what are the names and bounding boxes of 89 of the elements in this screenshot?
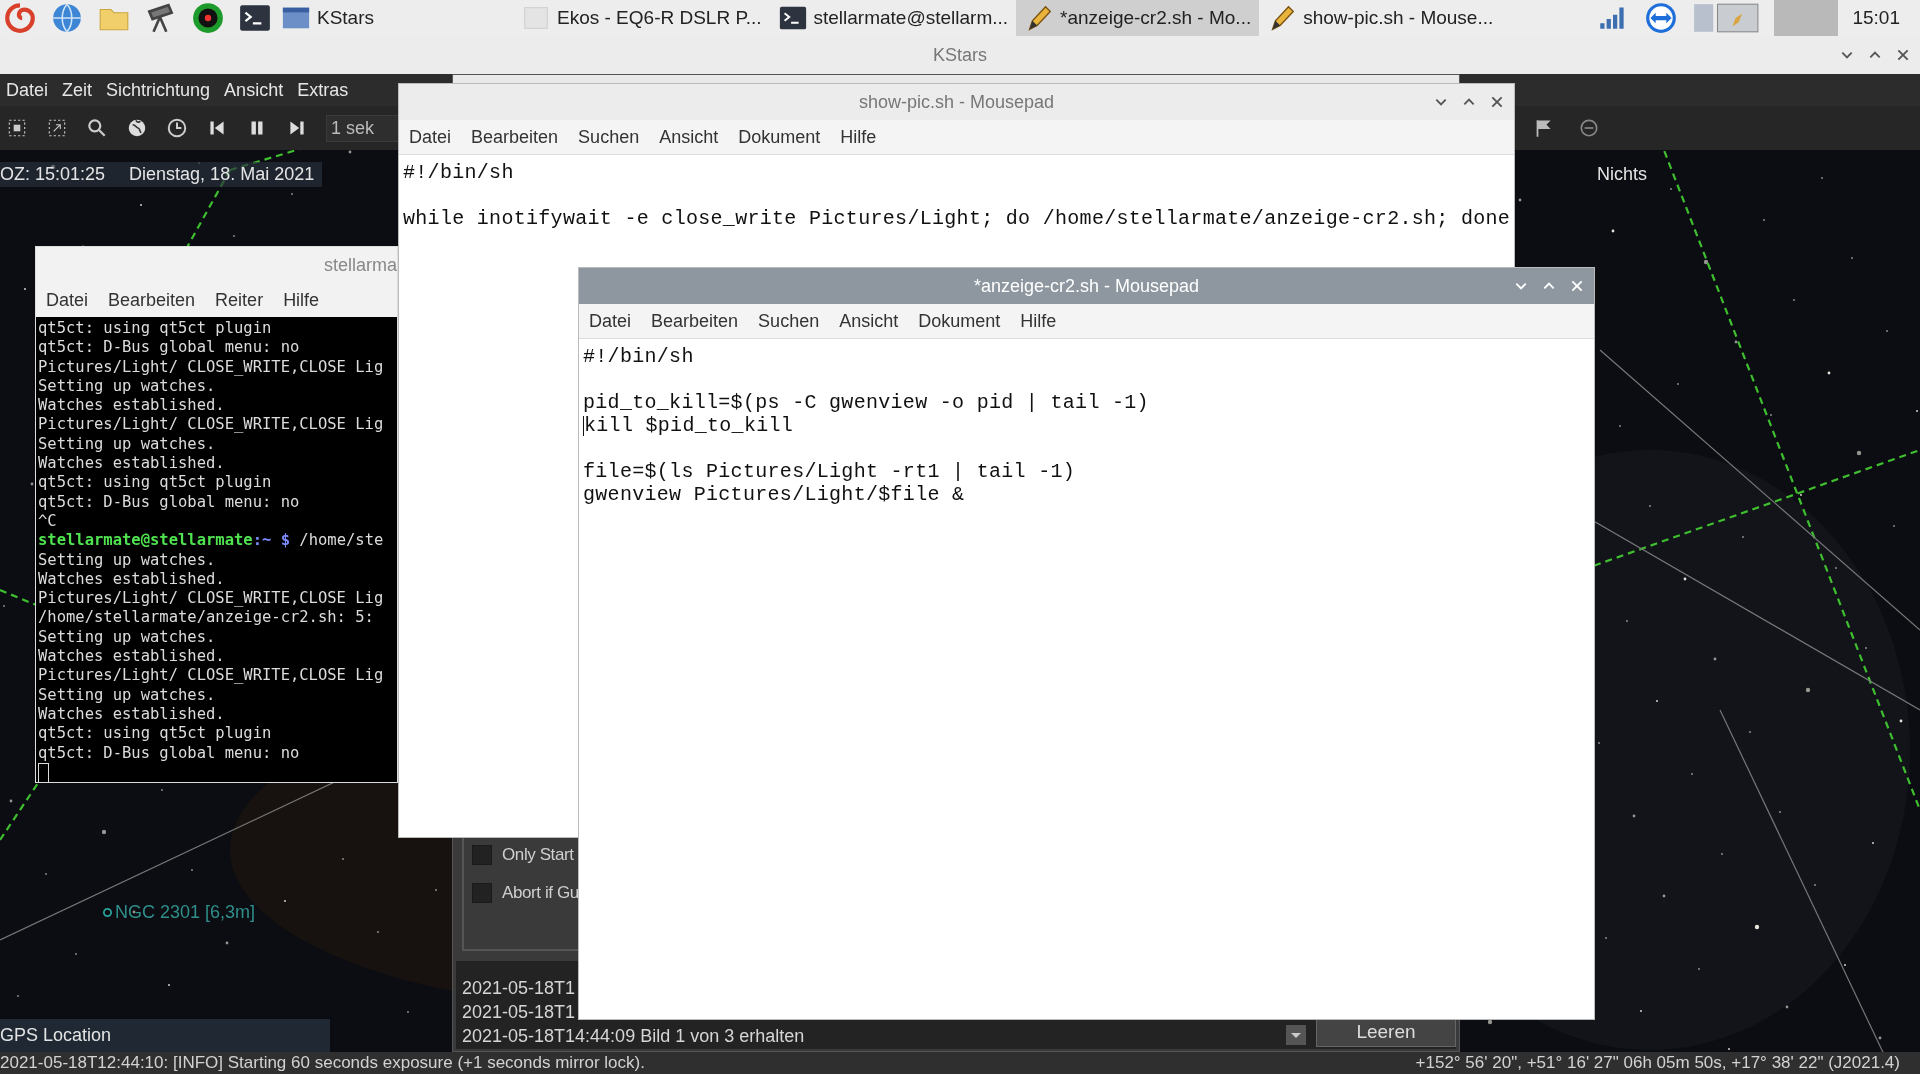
object-label: NGC 2301 [6,3m] (115, 902, 256, 923)
terminal-line: Watches established. (38, 647, 226, 667)
taskbar-button[interactable]: stellarmate@stellarm... (769, 0, 1017, 36)
time-step-field[interactable]: 1 sek (326, 114, 400, 142)
clock[interactable]: 15:01 (1852, 7, 1920, 29)
menu-item[interactable]: Hilfe (840, 126, 877, 148)
menu-item[interactable]: Hilfe (283, 289, 320, 311)
option-label: Only Start (502, 845, 574, 865)
menu-item[interactable]: Bearbeiten (471, 126, 559, 148)
taskbar-button[interactable]: show-pic.sh - Mouse... (1259, 0, 1502, 36)
terminal-line: Setting up watches. (38, 434, 217, 455)
spiral-icon[interactable] (2, 1, 38, 35)
menu-item[interactable]: Bearbeiten (651, 310, 739, 332)
terminal-line: qt5ct: D-Bus global menu: no (38, 743, 301, 763)
terminal-line: /home/stellarmate/anzeige-cr2.sh: 5: (38, 608, 375, 628)
text-area[interactable]: #!/bin/sh pid_to_kill=$(ps -C gwenview -o pid | tail -1) kill $pid_to_kill file=$(ls Pictures/Light -rt1 | tail -1) gwenview Pictures/Light/$file & (579, 339, 1594, 1019)
terminal-prompt: stellarmate@stellarmate:~ $ /home/ste (38, 531, 385, 551)
close-icon[interactable] (1896, 48, 1910, 62)
terminal-line: Pictures/Light/ CLOSE_WRITE,CLOSE Lig (38, 589, 385, 609)
menu-item[interactable]: Datei (409, 126, 452, 148)
code-line: gwenview Pictures/Light/$file & (583, 483, 965, 506)
code-line: pid_to_kill=$(ps -C gwenview -o pid | tail -1) (583, 391, 1149, 414)
terminal-line: Watches established. (38, 704, 226, 725)
code-line: #!/bin/sh (403, 161, 514, 184)
menu-item[interactable]: Dokument (738, 126, 821, 148)
clock-icon[interactable] (166, 117, 188, 139)
terminal-line: Setting up watches. (38, 627, 217, 648)
zoom-frame-icon[interactable] (46, 117, 68, 139)
status-message: 2021-05-18T12:44:10: [INFO] Starting 60 seconds exposure (+1 seconds mirror lock). (0, 1053, 645, 1073)
menu-item[interactable]: Suchen (758, 310, 820, 332)
local-time: OZ: 15:01:25 (0, 164, 106, 185)
menu-item[interactable]: Reiter (215, 289, 264, 311)
menu-item[interactable]: Extras (297, 79, 349, 101)
menu-item[interactable]: Ansicht (659, 126, 719, 148)
terminal-line: Setting up watches. (38, 550, 217, 570)
menu-item[interactable]: Ansicht (839, 310, 899, 332)
menu-item[interactable]: Ansicht (224, 79, 284, 101)
code-line: #!/bin/sh (583, 345, 694, 368)
terminal-line: Pictures/Light/ CLOSE_WRITE,CLOSE Lig (38, 415, 385, 435)
terminal-line: qt5ct: using qt5ct plugin (38, 473, 273, 493)
menu-item[interactable]: Datei (589, 310, 632, 332)
menu-item[interactable]: Zeit (62, 79, 93, 101)
menu-item[interactable]: Bearbeiten (108, 289, 196, 311)
window-title: *anzeige-cr2.sh - Mousepad (973, 275, 1200, 297)
option-label: Abort if Gu (502, 883, 579, 903)
minus-circle-icon[interactable] (1578, 117, 1600, 139)
terminal-line: Watches established. (38, 396, 226, 416)
checkbox[interactable] (472, 883, 492, 903)
target-icon[interactable] (190, 1, 226, 35)
menu-item[interactable]: Sichtrichtung (106, 79, 211, 101)
terminal-line: Pictures/Light/ CLOSE_WRITE,CLOSE Lig (38, 666, 385, 686)
terminal-line: Pictures/Light/ CLOSE_WRITE,CLOSE Lig (38, 357, 385, 377)
menu-item[interactable]: Datei (6, 79, 49, 101)
menu-item[interactable]: Hilfe (1020, 310, 1057, 332)
search-icon[interactable] (86, 117, 108, 139)
terminal-line: ^C (38, 511, 58, 532)
taskbar-button[interactable]: *anzeige-cr2.sh - Mo... (1016, 0, 1260, 36)
focus-label: Nichts (1597, 164, 1647, 185)
select-frame-icon[interactable] (6, 117, 28, 139)
terminal-line: Watches established. (38, 454, 226, 474)
window-title: KStars (933, 44, 987, 66)
log-line: 2021-05-18T1 (462, 978, 577, 999)
location-label: GPS Location (0, 1025, 112, 1046)
taskbar-button[interactable]: KStars (273, 0, 513, 36)
terminal-line: Setting up watches. (38, 685, 217, 705)
checkbox[interactable] (472, 845, 492, 865)
terminal-line: qt5ct: D-Bus global menu: no (38, 338, 301, 358)
terminal-line: qt5ct: D-Bus global menu: no (38, 492, 301, 512)
taskbar-button[interactable]: Ekos - EQ6-R DSLR P... (513, 0, 770, 36)
tray-panel (1774, 0, 1839, 36)
log-line: 2021-05-18T1 (462, 1002, 577, 1023)
menu-item[interactable]: Datei (46, 289, 89, 311)
cluster-icon (102, 907, 113, 918)
terminal-line: Setting up watches. (38, 376, 217, 397)
globe-icon[interactable] (126, 117, 148, 139)
menu-item[interactable]: Dokument (918, 310, 1001, 332)
code-line: file=$(ls Pictures/Light -rt1 | tail -1) (583, 460, 1076, 483)
terminal-line: qt5ct: using qt5ct plugin (38, 724, 273, 744)
log-line: 2021-05-18T14:44:09 Bild 1 von 3 erhalten (462, 1026, 806, 1047)
close-icon[interactable] (1490, 95, 1504, 109)
terminal-line: Watches established. (38, 569, 226, 590)
coordinates-label: +152° 56' 20", +51° 16' 27" 06h 05m 50s, +17° 38' 22" (J2021.4) (1415, 1053, 1900, 1073)
terminal-line: qt5ct: using qt5ct plugin (38, 319, 273, 339)
code-line: kill $pid_to_kill (584, 414, 794, 437)
window-title: show-pic.sh - Mousepad (858, 91, 1055, 113)
code-line: while inotifywait -e close_write Pictures/Light; do /home/stellarmate/anzeige-cr2.sh; done (403, 207, 1511, 230)
window-title: stellarma (323, 254, 397, 276)
menu-item[interactable]: Suchen (578, 126, 640, 148)
date-label: Dienstag, 18. Mai 2021 (129, 164, 315, 185)
